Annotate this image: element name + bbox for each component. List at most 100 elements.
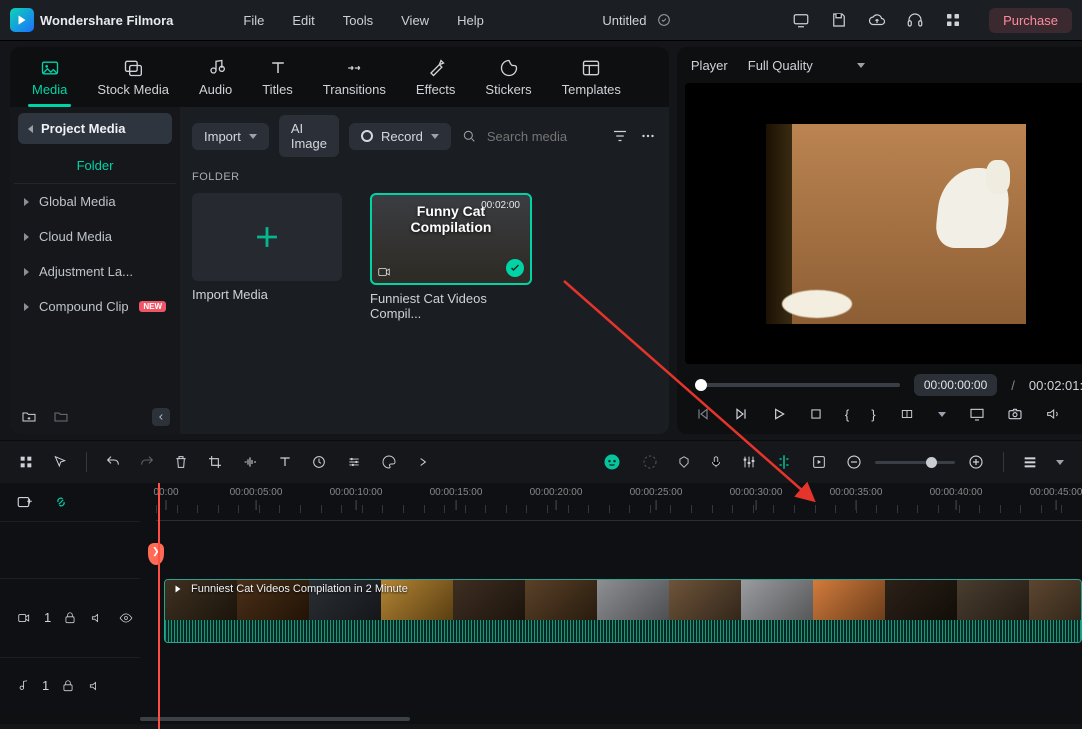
player-total-time: 00:02:01:12 [1029, 378, 1082, 393]
timeline-toolbar [0, 440, 1082, 483]
add-track-icon[interactable] [16, 493, 34, 511]
stop-icon[interactable] [809, 407, 823, 421]
record-dropdown[interactable]: Record [349, 123, 451, 150]
mark-in-icon[interactable]: { [845, 407, 849, 422]
separate-audio-icon[interactable] [241, 454, 259, 470]
folder-section-title: FOLDER [180, 165, 669, 193]
menu-help[interactable]: Help [457, 13, 484, 28]
player-seek-slider[interactable] [695, 383, 900, 387]
display-icon[interactable] [968, 406, 986, 422]
timeline-ruler[interactable]: ❯ 00:00 00:00:05:00 00:00:10:00 00:00:15… [156, 483, 1082, 521]
render-icon[interactable] [811, 454, 827, 470]
layout-icon[interactable] [18, 454, 34, 470]
ratio-icon[interactable] [898, 407, 916, 421]
filter-icon[interactable] [611, 127, 629, 145]
sidebar-item-adjustment-layer[interactable]: Adjustment La... [10, 254, 180, 289]
menu-file[interactable]: File [243, 13, 264, 28]
mute-icon[interactable] [87, 679, 103, 693]
crop-icon[interactable] [207, 454, 223, 470]
tab-effects[interactable]: Effects [416, 47, 456, 107]
eye-icon[interactable] [117, 611, 135, 625]
mute-icon[interactable] [89, 611, 105, 625]
media-clip-thumbnail[interactable]: Funny CatCompilation 00:02:00 [370, 193, 532, 285]
save-icon[interactable] [829, 10, 849, 30]
ratio-chevron-icon[interactable] [938, 412, 946, 417]
mark-out-icon[interactable]: } [871, 407, 875, 422]
step-play-icon[interactable] [733, 406, 749, 422]
lock-icon[interactable] [63, 611, 77, 625]
timeline-clip[interactable]: Funniest Cat Videos Compilation in 2 Min… [164, 579, 1082, 643]
ai-robot-icon[interactable] [601, 452, 623, 472]
import-media-tile[interactable] [192, 193, 342, 281]
zoom-out-icon[interactable] [845, 453, 863, 471]
player-current-time: 00:00:00:00 [914, 374, 997, 396]
tab-audio[interactable]: Audio [199, 47, 232, 107]
headphones-icon[interactable] [905, 10, 925, 30]
search-media[interactable] [461, 128, 601, 145]
added-check-icon [506, 259, 524, 277]
loading-icon[interactable] [641, 453, 659, 471]
tab-media[interactable]: Media [32, 47, 67, 107]
track-area[interactable]: Funniest Cat Videos Compilation in 2 Min… [140, 521, 1082, 714]
prev-frame-icon[interactable] [695, 406, 711, 422]
menu-tools[interactable]: Tools [343, 13, 373, 28]
player-quality-dropdown[interactable]: Full Quality [748, 58, 865, 73]
menu-edit[interactable]: Edit [292, 13, 314, 28]
zoom-in-icon[interactable] [967, 453, 985, 471]
folder-icon[interactable] [52, 409, 70, 425]
module-tabs: Media Stock Media Audio Titles Transitio… [10, 47, 669, 107]
tab-titles[interactable]: Titles [262, 47, 293, 107]
player-tab[interactable]: Player [691, 58, 728, 73]
undo-icon[interactable] [105, 454, 121, 470]
speed-icon[interactable] [311, 454, 327, 470]
lock-icon[interactable] [61, 679, 75, 693]
player-preview[interactable] [685, 83, 1082, 364]
search-input[interactable] [485, 128, 599, 145]
link-icon[interactable] [52, 493, 70, 511]
video-track-icon [16, 611, 32, 625]
cloud-upload-icon[interactable] [867, 10, 887, 30]
playhead[interactable] [158, 483, 160, 729]
clip-waveform [165, 620, 1081, 642]
more-icon[interactable] [639, 127, 657, 145]
track-view-chevron-icon[interactable] [1056, 460, 1064, 465]
player-panel: Player Full Quality 00:00:00:00 / 00:02:… [677, 47, 1082, 434]
text-icon[interactable] [277, 454, 293, 470]
new-folder-icon[interactable] [20, 409, 38, 425]
sidebar-project-media[interactable]: Project Media [18, 113, 172, 144]
marker-icon[interactable] [677, 453, 691, 471]
sidebar-item-global-media[interactable]: Global Media [10, 184, 180, 219]
more-tools-icon[interactable] [415, 455, 431, 469]
tab-templates[interactable]: Templates [562, 47, 621, 107]
volume-icon[interactable] [1044, 406, 1062, 422]
split-icon[interactable] [775, 453, 793, 471]
device-icon[interactable] [791, 10, 811, 30]
sidebar-item-cloud-media[interactable]: Cloud Media [10, 219, 180, 254]
tab-transitions[interactable]: Transitions [323, 47, 386, 107]
cursor-icon[interactable] [52, 454, 68, 470]
menu-view[interactable]: View [401, 13, 429, 28]
mic-icon[interactable] [709, 453, 723, 471]
delete-icon[interactable] [173, 454, 189, 470]
track-view-icon[interactable] [1022, 454, 1038, 470]
main-menu: File Edit Tools View Help [243, 13, 483, 28]
apps-icon[interactable] [943, 10, 963, 30]
purchase-button[interactable]: Purchase [989, 8, 1072, 33]
sidebar-folder-label[interactable]: Folder [14, 148, 176, 184]
redo-icon[interactable] [139, 454, 155, 470]
audio-track-header: 1 [0, 657, 140, 714]
titlebar: Wondershare Filmora File Edit Tools View… [0, 0, 1082, 41]
adjustment-icon[interactable] [345, 455, 363, 469]
timeline-scrollbar[interactable] [0, 714, 1082, 724]
ai-image-button[interactable]: AI Image [279, 115, 339, 157]
import-dropdown[interactable]: Import [192, 123, 269, 150]
snapshot-icon[interactable] [1006, 406, 1024, 422]
zoom-slider[interactable] [875, 461, 955, 464]
tab-stickers[interactable]: Stickers [485, 47, 531, 107]
tab-stock-media[interactable]: Stock Media [97, 47, 169, 107]
collapse-sidebar-button[interactable] [152, 408, 170, 426]
color-icon[interactable] [381, 454, 397, 470]
mixer-icon[interactable] [741, 454, 757, 470]
sidebar-item-compound-clip[interactable]: Compound ClipNEW [10, 289, 180, 324]
play-icon[interactable] [771, 406, 787, 422]
